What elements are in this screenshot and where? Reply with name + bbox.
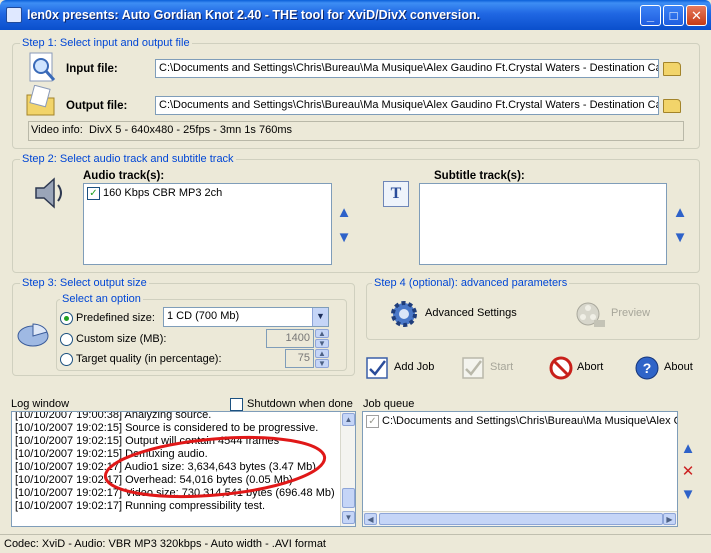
input-file-field[interactable]: C:\Documents and Settings\Chris\Bureau\M… — [155, 59, 659, 78]
custom-size-down-icon[interactable]: ▼ — [315, 339, 329, 348]
speaker-icon — [35, 177, 62, 209]
audio-track-checkbox[interactable]: ✓ — [87, 187, 100, 200]
shutdown-checkbox[interactable] — [230, 398, 243, 411]
step1-title: Step 1: Select input and output file — [20, 37, 192, 49]
step2-title: Step 2: Select audio track and subtitle … — [20, 153, 236, 165]
add-job-icon[interactable] — [364, 355, 390, 381]
advanced-settings-button[interactable]: Advanced Settings — [425, 307, 517, 319]
video-info-value: DivX 5 - 640x480 - 25fps - 3mn 1s 760ms — [89, 124, 292, 136]
scroll-thumb[interactable] — [342, 488, 355, 508]
predefined-size-select[interactable]: 1 CD (700 Mb) ▼ — [163, 307, 329, 327]
scroll-down-icon[interactable]: ▼ — [342, 511, 355, 524]
step3-title: Step 3: Select output size — [20, 277, 149, 289]
predefined-size-value: 1 CD (700 Mb) — [167, 310, 240, 322]
audio-track-label: Audio track(s): — [83, 170, 165, 182]
preview-button[interactable]: Preview — [611, 307, 650, 319]
predefined-size-label: Predefined size: — [76, 312, 155, 324]
close-button[interactable]: ✕ — [686, 5, 707, 26]
subtitle-move-down-icon[interactable]: ▼ — [672, 230, 688, 246]
log-window-title: Log window — [11, 398, 70, 410]
app-icon — [6, 7, 22, 23]
video-info-label: Video info: — [31, 124, 83, 136]
queue-move-down-icon[interactable]: ▼ — [680, 487, 696, 503]
subtitle-move-up-icon[interactable]: ▲ — [672, 205, 688, 221]
queue-h-scrollbar[interactable]: ◀ ▶ — [363, 511, 677, 526]
shutdown-label: Shutdown when done — [247, 398, 353, 410]
start-button[interactable]: Start — [490, 361, 513, 373]
start-icon[interactable] — [460, 355, 486, 381]
film-reel-icon[interactable] — [574, 298, 606, 330]
add-job-button[interactable]: Add Job — [394, 361, 434, 373]
gear-icon[interactable] — [388, 298, 420, 330]
output-file-icon — [26, 85, 55, 116]
help-icon[interactable]: ? — [634, 355, 660, 381]
audio-track-list[interactable]: ✓ 160 Kbps CBR MP3 2ch — [83, 183, 332, 265]
queue-remove-icon[interactable]: ✕ — [680, 464, 696, 480]
job-queue-title: Job queue — [363, 398, 415, 410]
target-quality-field[interactable]: 75 — [285, 349, 314, 368]
window-title: len0x presents: Auto Gordian Knot 2.40 -… — [27, 8, 481, 22]
scroll-left-icon[interactable]: ◀ — [364, 513, 377, 525]
subtitle-track-label: Subtitle track(s): — [434, 170, 525, 182]
custom-size-label: Custom size (MB): — [76, 333, 167, 345]
input-file-icon — [29, 52, 56, 82]
target-quality-radio[interactable] — [60, 353, 73, 366]
audio-move-up-icon[interactable]: ▲ — [336, 205, 352, 221]
title-bar[interactable]: len0x presents: Auto Gordian Knot 2.40 -… — [0, 0, 711, 30]
abort-button[interactable]: Abort — [577, 361, 603, 373]
predefined-size-radio[interactable] — [60, 312, 73, 325]
svg-text:?: ? — [643, 360, 652, 376]
chevron-down-icon[interactable]: ▼ — [312, 308, 328, 326]
input-file-label: Input file: — [66, 63, 118, 75]
about-button[interactable]: About — [664, 361, 693, 373]
status-bar: Codec: XviD - Audio: VBR MP3 320kbps - A… — [0, 534, 711, 553]
job-queue-list[interactable]: ✓ C:\Documents and Settings\Chris\Bureau… — [362, 411, 678, 527]
abort-icon[interactable] — [548, 355, 574, 381]
subtitle-icon: T — [383, 181, 409, 207]
scroll-up-icon[interactable]: ▲ — [342, 413, 355, 426]
audio-move-down-icon[interactable]: ▼ — [336, 230, 352, 246]
subtitle-track-list[interactable] — [419, 183, 667, 265]
custom-size-up-icon[interactable]: ▲ — [315, 329, 329, 338]
step4-title: Step 4 (optional): advanced parameters — [372, 277, 570, 289]
disc-size-icon — [17, 323, 49, 347]
queue-move-up-icon[interactable]: ▲ — [680, 441, 696, 457]
audio-track-item[interactable]: 160 Kbps CBR MP3 2ch — [103, 187, 222, 199]
custom-size-field[interactable]: 1400 — [266, 329, 314, 348]
output-file-label: Output file: — [66, 100, 128, 112]
output-file-field[interactable]: C:\Documents and Settings\Chris\Bureau\M… — [155, 96, 659, 115]
target-quality-up-icon[interactable]: ▲ — [315, 349, 329, 358]
queue-scroll-thumb[interactable] — [379, 513, 663, 525]
option-title: Select an option — [60, 293, 143, 305]
browse-output-folder-icon[interactable] — [663, 99, 681, 113]
target-quality-label: Target quality (in percentage): — [76, 353, 222, 365]
custom-size-radio[interactable] — [60, 333, 73, 346]
annotation-ellipse — [103, 436, 327, 498]
target-quality-down-icon[interactable]: ▼ — [315, 359, 329, 368]
job-checkbox[interactable]: ✓ — [366, 415, 379, 428]
log-scrollbar[interactable]: ▲ ▼ — [340, 412, 355, 526]
minimize-button[interactable]: _ — [640, 5, 661, 26]
job-queue-item[interactable]: C:\Documents and Settings\Chris\Bureau\M… — [382, 415, 677, 427]
scroll-right-icon[interactable]: ▶ — [663, 513, 676, 525]
log-line: [10/10/2007 19:00:38] Analyzing source. — [15, 411, 212, 421]
browse-input-folder-icon[interactable] — [663, 62, 681, 76]
maximize-button[interactable]: □ — [663, 5, 684, 26]
